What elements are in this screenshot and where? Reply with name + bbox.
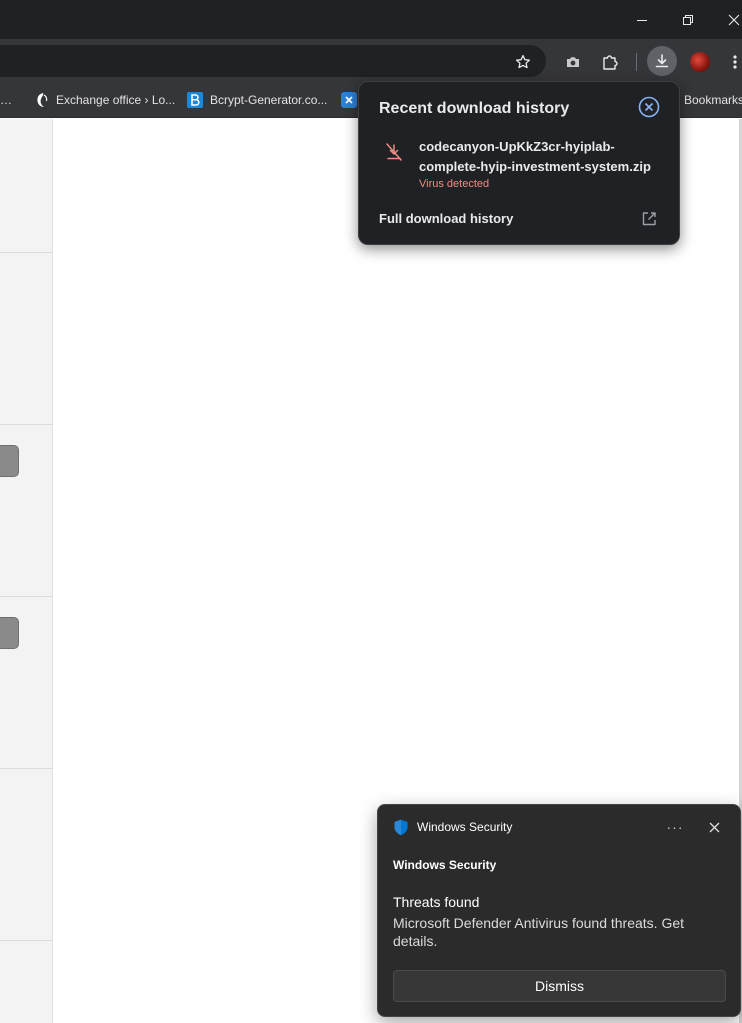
bcrypt-icon — [187, 92, 203, 108]
toast-title: Threats found — [393, 894, 480, 910]
browser-toolbar — [0, 39, 742, 82]
toast-close-button[interactable] — [700, 813, 728, 841]
toolbar-separator — [636, 53, 637, 71]
restore-icon — [683, 14, 693, 25]
toast-body: Microsoft Defender Antivirus found threa… — [393, 915, 685, 949]
address-bar[interactable] — [0, 45, 546, 77]
bookmark-item-bcrypt[interactable]: Bcrypt-Generator.co... — [187, 82, 327, 118]
windows-security-toast: Windows Security ··· Windows Security Th… — [377, 804, 741, 1017]
bookmark-item-partial[interactable]: … — [0, 82, 12, 118]
close-window-button[interactable] — [711, 0, 742, 39]
close-icon — [728, 14, 740, 25]
restore-button[interactable] — [665, 0, 711, 39]
more-icon — [732, 55, 737, 69]
sidebar-divider — [0, 940, 53, 941]
bookmark-folder-all[interactable]: Bookmarks — [684, 82, 742, 118]
sidebar-button[interactable] — [0, 445, 19, 477]
bookmark-label: Bookmarks — [684, 93, 742, 107]
exchange-icon — [33, 92, 49, 108]
star-icon — [515, 54, 531, 69]
sidebar-divider — [0, 596, 53, 597]
toast-app-name: Windows Security — [417, 820, 513, 834]
screenshot-button[interactable] — [558, 47, 588, 77]
download-history-popup: Recent download history codecanyon-UpKkZ… — [358, 81, 680, 245]
blocked-file-icon — [383, 141, 405, 163]
full-download-history-link[interactable]: Full download history — [379, 211, 513, 226]
toast-more-options-button[interactable]: ··· — [661, 813, 689, 841]
profile-avatar[interactable] — [690, 52, 710, 72]
bookmark-item-exchange[interactable]: Exchange office › Lo... — [33, 82, 175, 118]
page-sidebar — [0, 119, 53, 1023]
camera-icon — [567, 57, 579, 67]
sidebar-button[interactable] — [0, 617, 19, 649]
bookmark-label: Exchange office › Lo... — [56, 93, 176, 107]
bookmark-label: … — [0, 93, 12, 107]
shield-icon — [393, 819, 409, 836]
dismiss-button[interactable]: Dismiss — [393, 970, 726, 1002]
open-external-icon[interactable] — [640, 210, 658, 228]
minimize-icon — [637, 19, 647, 21]
close-icon — [709, 822, 719, 832]
sidebar-divider — [0, 768, 53, 769]
close-circle-icon — [638, 96, 660, 118]
extensions-button[interactable] — [595, 47, 625, 77]
browser-menu-button[interactable] — [727, 47, 742, 77]
sidebar-divider — [0, 424, 53, 425]
popup-close-button[interactable] — [638, 96, 660, 118]
download-status: Virus detected — [419, 178, 490, 190]
bookmark-star-button[interactable] — [508, 47, 538, 77]
bookmark-label: Bcrypt-Generator.co... — [210, 93, 328, 107]
title-bar — [0, 0, 742, 39]
minimize-button[interactable] — [619, 0, 665, 39]
sidebar-divider — [0, 252, 53, 253]
x-icon — [341, 92, 357, 108]
toast-header: Windows Security — [393, 858, 497, 872]
download-file-name[interactable]: codecanyon-UpKkZ3cr-hyiplab-complete-hyi… — [419, 137, 669, 177]
download-button[interactable] — [647, 46, 677, 76]
download-icon — [655, 54, 669, 68]
extensions-icon — [603, 55, 618, 70]
popup-title: Recent download history — [379, 100, 570, 117]
